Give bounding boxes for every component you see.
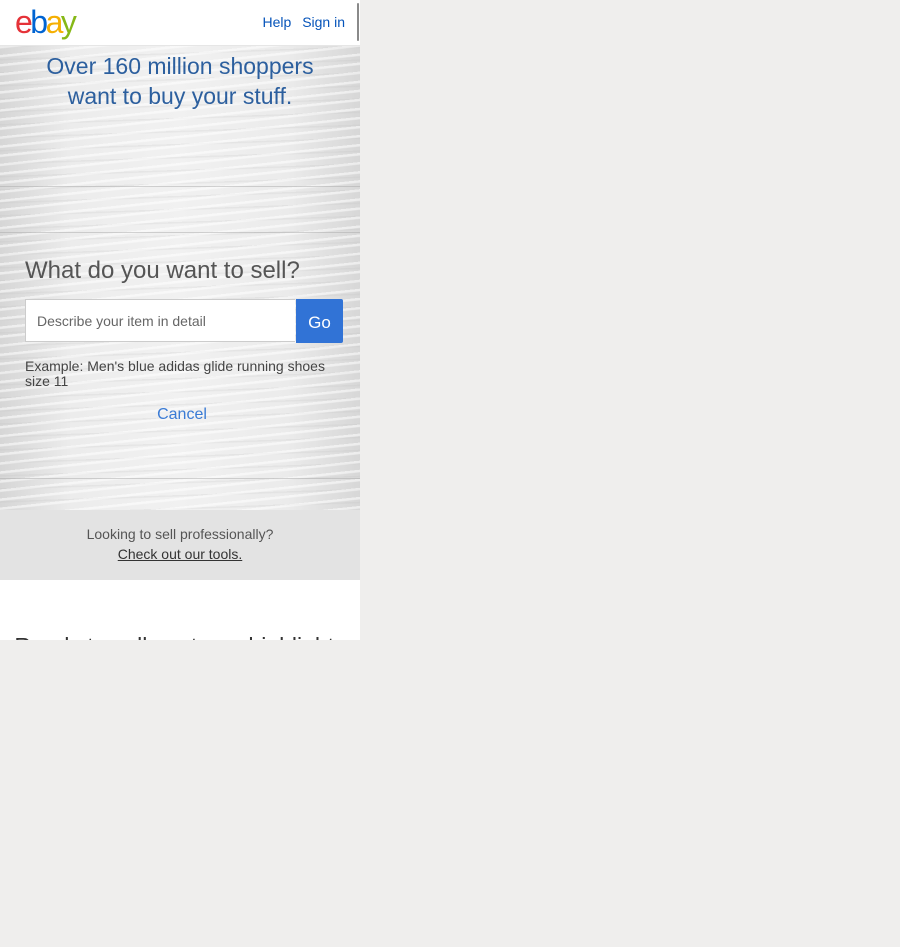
item-search-box <box>25 299 295 342</box>
wood-plank-seam <box>0 478 360 479</box>
header-bar: ebay Help Sign in <box>0 0 360 46</box>
help-link[interactable]: Help <box>263 14 292 30</box>
mobile-viewport: ebay Help Sign in Over 160 million shopp… <box>0 0 360 640</box>
pro-seller-question: Looking to sell professionally? <box>86 526 274 542</box>
item-description-input[interactable] <box>26 300 295 341</box>
logo-letter-e: e <box>15 4 33 40</box>
wood-plank-seam <box>0 186 360 187</box>
logo-letter-b: b <box>30 4 48 40</box>
hero-title-line-1: Over 160 million shoppers <box>46 53 314 79</box>
hero-banner: Over 160 million shoppers want to buy yo… <box>0 46 360 510</box>
section-heading-partial: Ready to sell next gen highlights <box>0 632 360 640</box>
logo-letter-a: a <box>45 4 64 40</box>
header-links: Help Sign in <box>256 14 346 30</box>
hero-title-line-2: want to buy your stuff. <box>67 83 293 109</box>
sign-in-link[interactable]: Sign in <box>302 14 345 30</box>
scrollbar-thumb[interactable] <box>357 3 359 41</box>
sell-heading: What do you want to sell? <box>25 257 300 284</box>
pro-seller-band: Looking to sell professionally? Check ou… <box>0 510 360 580</box>
go-button[interactable]: Go <box>296 299 343 343</box>
cancel-link[interactable]: Cancel <box>0 406 360 424</box>
logo-letter-y: y <box>60 4 77 40</box>
ebay-logo[interactable]: ebay <box>15 3 77 41</box>
hero-title: Over 160 million shoppers want to buy yo… <box>0 51 360 111</box>
pro-tools-link[interactable]: Check out our tools. <box>0 547 360 561</box>
example-hint: Example: Men's blue adidas glide running… <box>25 358 325 389</box>
wood-plank-seam <box>0 232 360 233</box>
